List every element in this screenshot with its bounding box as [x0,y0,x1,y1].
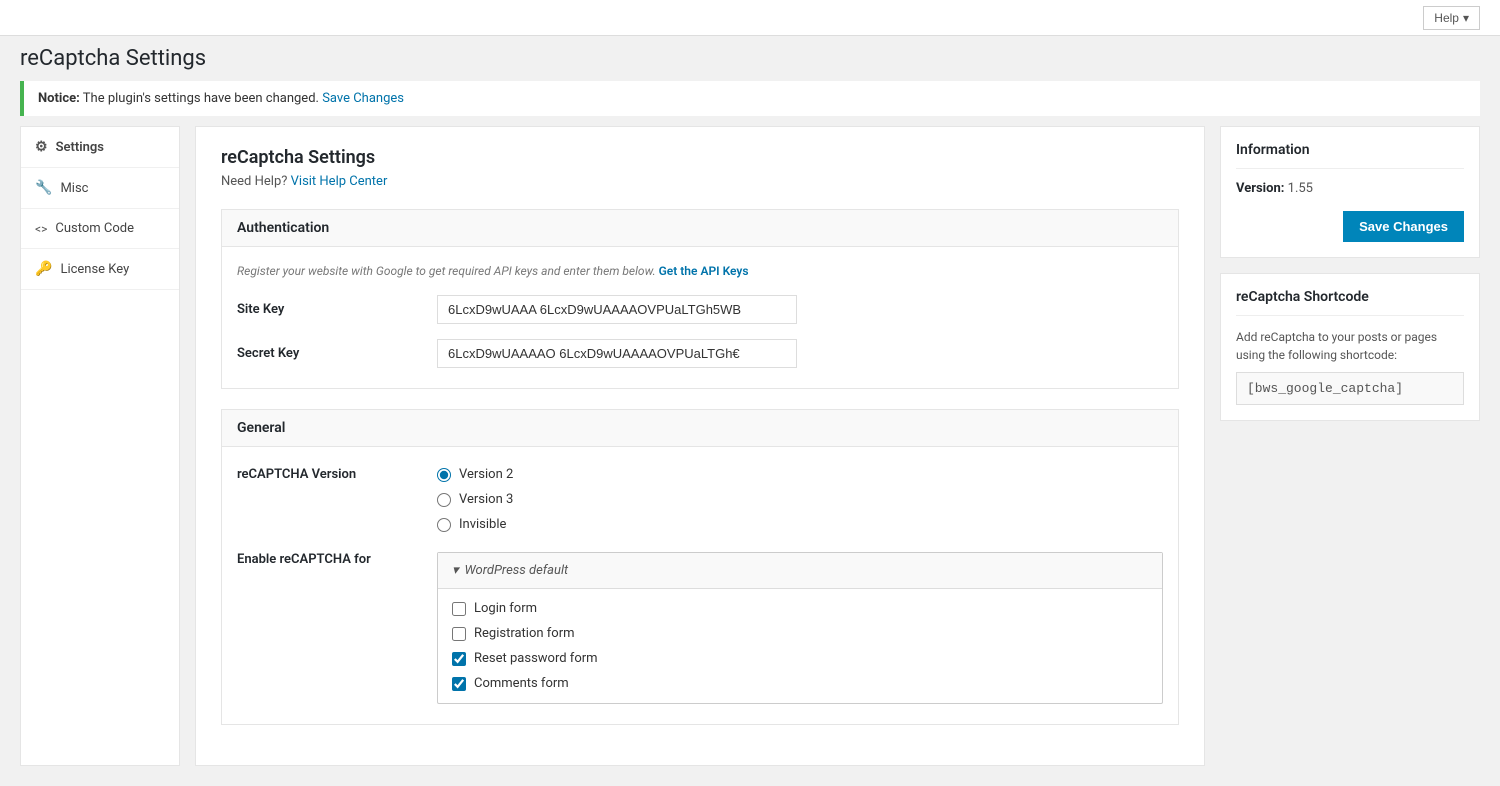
shortcode-description: Add reCaptcha to your posts or pages usi… [1236,328,1464,364]
license-key-icon: 🔑 [35,261,52,277]
version3-label: Version 3 [459,492,513,507]
authentication-section-header: Authentication [221,209,1179,247]
comments-form-option[interactable]: Comments form [452,676,1148,691]
site-key-label: Site Key [237,302,437,317]
version-text: Version: 1.55 [1236,181,1464,196]
version-radio-group: Version 2 Version 3 Invisible [437,467,513,532]
version-label: reCAPTCHA Version [237,467,437,482]
auth-description-text: Register your website with Google to get… [237,264,656,278]
sidebar-item-settings[interactable]: ⚙ Settings [21,127,179,168]
sidebar-item-license-key-label: License Key [60,262,129,277]
main-layout: ⚙ Settings 🔧 Misc <> Custom Code 🔑 Licen… [0,126,1500,786]
reset-password-form-checkbox[interactable] [452,652,466,666]
misc-icon: 🔧 [35,180,52,196]
version2-radio[interactable] [437,468,451,482]
get-api-keys-link[interactable]: Get the API Keys [659,264,749,278]
auth-description: Register your website with Google to get… [237,262,1163,280]
visit-help-center-link[interactable]: Visit Help Center [291,174,388,189]
notice-prefix: Notice: [38,91,80,106]
secret-key-label: Secret Key [237,346,437,361]
enable-section-body: Login form Registration form Reset passw… [438,589,1162,703]
information-card: Information Version: 1.55 Save Changes [1220,126,1480,258]
general-section-body: reCAPTCHA Version Version 2 Version 3 In… [221,447,1179,725]
sidebar-item-settings-label: Settings [56,140,104,155]
version2-option[interactable]: Version 2 [437,467,513,482]
sidebar-item-misc-label: Misc [60,181,88,196]
shortcode-card: reCaptcha Shortcode Add reCaptcha to you… [1220,273,1480,421]
content-title: reCaptcha Settings [221,147,1179,168]
sidebar-item-custom-code-label: Custom Code [55,221,134,236]
version-text-label: Version: [1236,181,1284,196]
help-button[interactable]: Help ▾ [1423,6,1480,30]
invisible-radio[interactable] [437,518,451,532]
version3-radio[interactable] [437,493,451,507]
right-panel: Information Version: 1.55 Save Changes r… [1220,126,1480,766]
registration-form-checkbox[interactable] [452,627,466,641]
help-text-prefix: Need Help? [221,174,287,189]
help-arrow: ▾ [1463,11,1469,25]
custom-code-icon: <> [35,222,47,236]
secret-key-input[interactable] [437,339,797,368]
notice-message: The plugin's settings have been changed. [83,91,319,106]
enable-row: Enable reCAPTCHA for ▾ WordPress default… [237,547,1163,704]
settings-icon: ⚙ [35,139,48,155]
enable-label: Enable reCAPTCHA for [237,552,437,567]
reset-password-form-option[interactable]: Reset password form [452,651,1148,666]
help-label: Help [1434,11,1459,25]
comments-form-checkbox[interactable] [452,677,466,691]
collapse-icon: ▾ [452,563,459,578]
invisible-label: Invisible [459,517,506,532]
login-form-checkbox[interactable] [452,602,466,616]
enable-section-toggle[interactable]: ▾ WordPress default [438,553,1162,589]
version3-option[interactable]: Version 3 [437,492,513,507]
site-key-row: Site Key [237,295,1163,324]
version-value: 1.55 [1288,181,1313,196]
registration-form-label: Registration form [474,626,575,641]
page-title: reCaptcha Settings [0,36,1500,76]
enable-section: ▾ WordPress default Login form Registrat… [437,552,1163,704]
login-form-option[interactable]: Login form [452,601,1148,616]
authentication-section-body: Register your website with Google to get… [221,247,1179,389]
sidebar-item-custom-code[interactable]: <> Custom Code [21,209,179,249]
save-changes-button[interactable]: Save Changes [1343,211,1464,242]
notice-bar: Notice: The plugin's settings have been … [20,81,1480,116]
sidebar: ⚙ Settings 🔧 Misc <> Custom Code 🔑 Licen… [20,126,180,766]
version-row: reCAPTCHA Version Version 2 Version 3 In… [237,462,1163,532]
invisible-option[interactable]: Invisible [437,517,513,532]
information-card-title: Information [1236,142,1464,169]
general-section-header: General [221,409,1179,447]
notice-save-link[interactable]: Save Changes [322,91,404,106]
version2-label: Version 2 [459,467,513,482]
reset-password-form-label: Reset password form [474,651,598,666]
sidebar-item-misc[interactable]: 🔧 Misc [21,168,179,209]
comments-form-label: Comments form [474,676,569,691]
help-text-row: Need Help? Visit Help Center [221,174,1179,189]
enable-section-header-label: WordPress default [465,563,569,578]
shortcode-value: [bws_google_captcha] [1236,372,1464,405]
shortcode-card-title: reCaptcha Shortcode [1236,289,1464,316]
registration-form-option[interactable]: Registration form [452,626,1148,641]
sidebar-item-license-key[interactable]: 🔑 License Key [21,249,179,290]
site-key-input[interactable] [437,295,797,324]
content-area: reCaptcha Settings Need Help? Visit Help… [195,126,1205,766]
top-bar: Help ▾ [0,0,1500,36]
secret-key-row: Secret Key [237,339,1163,368]
login-form-label: Login form [474,601,537,616]
